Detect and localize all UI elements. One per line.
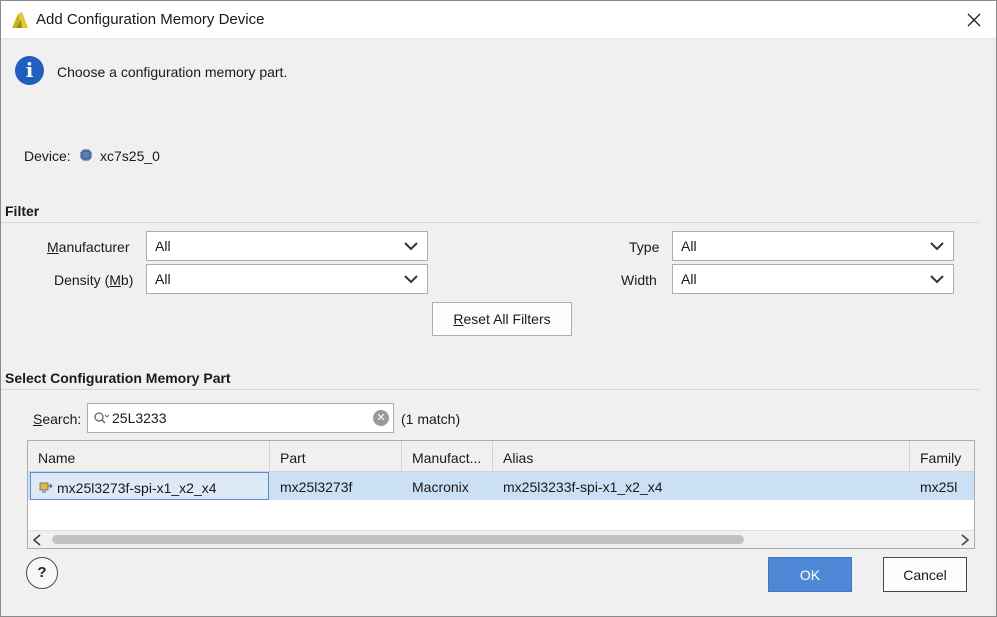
width-label: Width — [621, 272, 657, 288]
density-label: Density (Mb) — [54, 272, 134, 288]
column-header-part[interactable]: Part — [270, 441, 402, 472]
vivado-logo-icon — [12, 12, 28, 28]
filter-divider — [1, 222, 979, 223]
clear-search-icon[interactable]: ✕ — [373, 410, 389, 426]
title-bar: Add Configuration Memory Device — [1, 1, 996, 39]
column-header-alias[interactable]: Alias — [493, 441, 910, 472]
search-value: 25L3233 — [112, 410, 167, 426]
density-select[interactable]: All — [146, 264, 428, 294]
column-header-name[interactable]: Name — [28, 441, 270, 472]
device-value: xc7s25_0 — [100, 148, 160, 164]
cancel-button[interactable]: Cancel — [883, 557, 967, 592]
cell-manufacturer: Macronix — [412, 479, 469, 495]
type-value: All — [681, 238, 697, 254]
select-part-divider — [1, 389, 979, 390]
device-label: Device: — [24, 148, 71, 164]
horizontal-scrollbar[interactable] — [28, 530, 974, 548]
flash-memory-icon — [39, 482, 53, 493]
manufacturer-label: Manufacturer — [47, 239, 130, 255]
reset-all-filters-button[interactable]: Reset All Filters — [432, 302, 572, 336]
manufacturer-value: All — [155, 238, 171, 254]
chip-icon — [80, 149, 92, 161]
close-button[interactable] — [952, 1, 996, 39]
chevron-down-icon — [930, 242, 944, 251]
info-message: Choose a configuration memory part. — [57, 64, 288, 80]
dialog-window: Add Configuration Memory Device i Choose… — [0, 0, 997, 617]
type-label: Type — [629, 239, 660, 255]
chevron-down-icon — [404, 242, 418, 251]
manufacturer-select[interactable]: All — [146, 231, 428, 261]
width-select[interactable]: All — [672, 264, 954, 294]
cell-name: mx25l3273f-spi-x1_x2_x4 — [30, 472, 269, 500]
scroll-left-icon[interactable] — [32, 534, 42, 546]
search-icon — [94, 412, 109, 424]
chevron-down-icon — [404, 275, 418, 284]
table-header: Name Part Manufact... Alias Family — [28, 441, 974, 472]
info-icon: i — [15, 56, 44, 85]
cell-family: mx25l — [920, 479, 958, 495]
search-input[interactable]: 25L3233 ✕ — [87, 403, 394, 433]
search-label: Search: — [33, 411, 82, 427]
density-value: All — [155, 271, 171, 287]
column-header-manufacturer[interactable]: Manufact... — [402, 441, 493, 472]
cell-alias: mx25l3233f-spi-x1_x2_x4 — [503, 479, 663, 495]
match-count: (1 match) — [401, 411, 461, 427]
ok-button[interactable]: OK — [768, 557, 852, 592]
scroll-right-icon[interactable] — [960, 534, 970, 546]
select-part-section-title: Select Configuration Memory Part — [5, 370, 231, 386]
window-title: Add Configuration Memory Device — [36, 11, 265, 28]
help-button[interactable]: ? — [26, 557, 58, 589]
chevron-down-icon — [930, 275, 944, 284]
scrollbar-thumb[interactable] — [52, 535, 744, 544]
cell-part: mx25l3273f — [280, 479, 353, 495]
info-header: i Choose a configuration memory part. — [1, 40, 996, 102]
close-icon — [967, 13, 981, 27]
filter-section-title: Filter — [5, 203, 40, 219]
table-row[interactable]: mx25l3273f-spi-x1_x2_x4 mx25l3273f Macro… — [28, 472, 974, 500]
type-select[interactable]: All — [672, 231, 954, 261]
memory-part-table: Name Part Manufact... Alias Family mx25l… — [27, 440, 975, 549]
column-header-family[interactable]: Family — [910, 441, 974, 472]
width-value: All — [681, 271, 697, 287]
